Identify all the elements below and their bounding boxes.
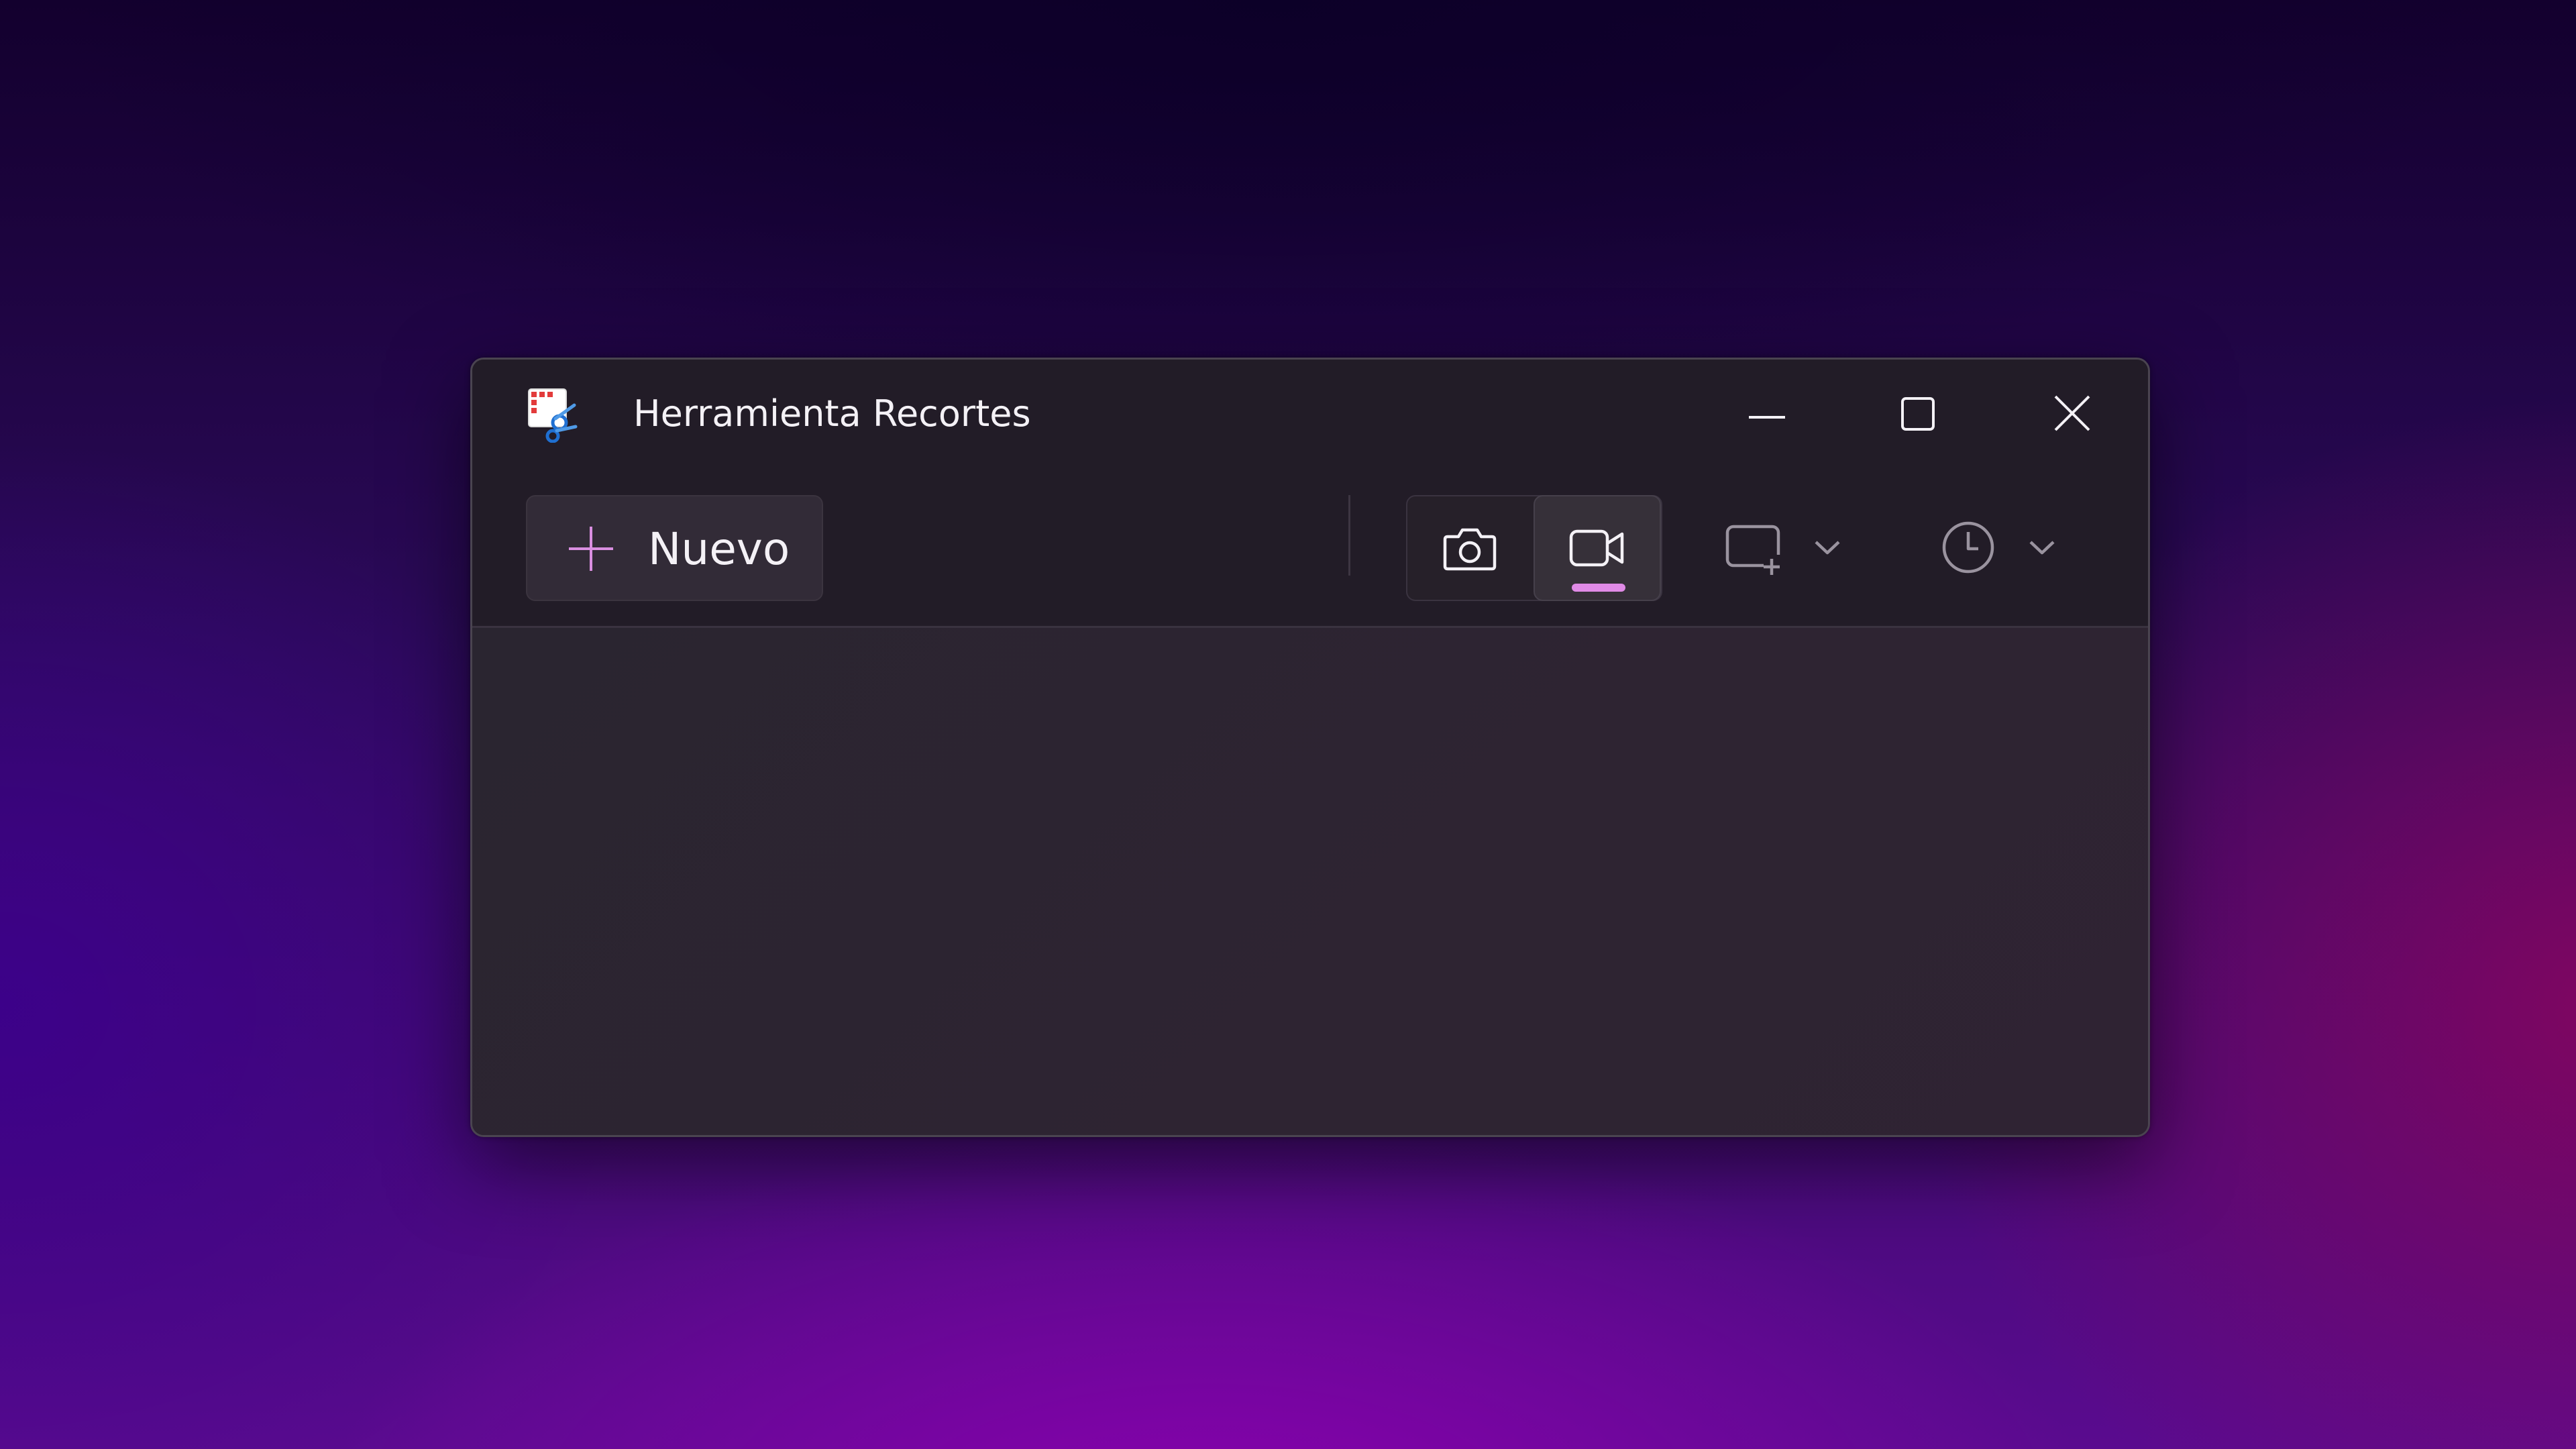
new-snip-button[interactable]: Nuevo <box>526 495 823 601</box>
snip-shape-dropdown[interactable] <box>1801 507 1854 588</box>
maximize-button[interactable] <box>1868 380 1968 447</box>
snip-shape-button[interactable] <box>1713 507 1794 588</box>
plus-icon <box>569 527 613 571</box>
photo-mode-button[interactable] <box>1406 495 1534 601</box>
rectangle-selection-icon <box>1725 525 1784 575</box>
new-snip-label: Nuevo <box>648 523 790 575</box>
delay-timer-dropdown[interactable] <box>2015 507 2069 588</box>
delay-timer-button[interactable] <box>1928 507 2008 588</box>
window-title: Herramienta Recortes <box>633 392 1031 435</box>
snipping-tool-window: Herramienta Recortes Nuevo <box>470 358 2150 1137</box>
maximize-icon <box>1901 397 1935 431</box>
minimize-button[interactable] <box>1717 380 1817 447</box>
snip-canvas-area <box>472 626 2148 1135</box>
command-bar: Nuevo <box>472 467 2148 626</box>
minimize-icon <box>1749 416 1785 419</box>
snipping-tool-icon <box>528 388 578 443</box>
video-camera-icon <box>1569 529 1624 567</box>
close-icon <box>2054 395 2090 431</box>
chevron-down-icon <box>2029 541 2055 555</box>
chevron-down-icon <box>1815 541 1840 555</box>
camera-icon <box>1443 528 1497 571</box>
clock-icon <box>1942 521 1994 574</box>
video-mode-button[interactable] <box>1534 495 1661 601</box>
capture-mode-toggle <box>1406 495 1662 601</box>
toolbar-separator <box>1348 495 1350 576</box>
title-bar[interactable]: Herramienta Recortes <box>472 360 2148 467</box>
close-button[interactable] <box>2022 380 2123 447</box>
selected-mode-indicator <box>1572 584 1625 592</box>
